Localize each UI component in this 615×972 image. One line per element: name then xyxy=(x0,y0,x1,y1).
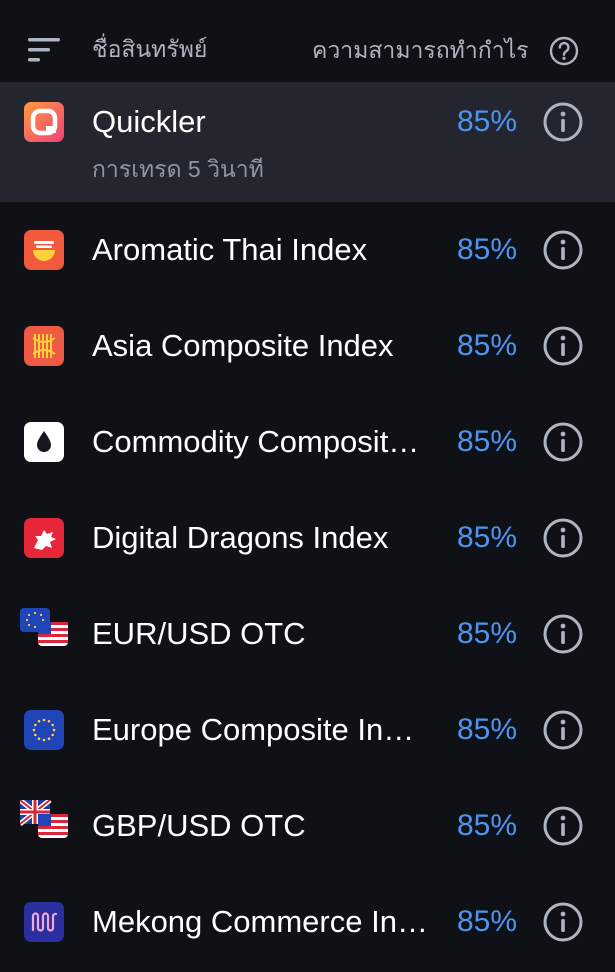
asean-emblem-icon xyxy=(24,326,64,366)
asset-name: Digital Dragons Index xyxy=(92,520,389,555)
asset-row[interactable]: Quickler การเทรด 5 วินาที 85% xyxy=(0,82,615,202)
asset-row[interactable]: Asia Composite Index 85% xyxy=(0,298,615,394)
dragon-icon xyxy=(24,518,64,558)
help-icon[interactable] xyxy=(549,36,579,66)
column-header-name[interactable]: ชื่อสินทรัพย์ xyxy=(92,32,207,68)
asset-row[interactable]: GBP/USD OTC 85% xyxy=(0,778,615,874)
asset-row[interactable]: Commodity Composit… 85% xyxy=(0,394,615,490)
asset-profit: 85% xyxy=(457,617,518,650)
asset-row[interactable]: Aromatic Thai Index 85% xyxy=(0,202,615,298)
asset-name: Commodity Composit… xyxy=(92,424,420,459)
info-icon[interactable] xyxy=(543,326,583,366)
asset-name: Aromatic Thai Index xyxy=(92,232,368,267)
asset-list: Quickler การเทรด 5 วินาที 85% Aromatic T… xyxy=(0,82,615,970)
asset-name: Europe Composite Ind… xyxy=(92,712,430,747)
info-icon[interactable] xyxy=(543,806,583,846)
info-icon[interactable] xyxy=(543,902,583,942)
asset-profit: 85% xyxy=(457,905,518,938)
info-icon[interactable] xyxy=(543,518,583,558)
info-icon[interactable] xyxy=(543,422,583,462)
mekong-wave-icon xyxy=(24,902,64,942)
asset-profit: 85% xyxy=(457,713,518,746)
quickler-logo-icon xyxy=(24,102,64,142)
asset-row[interactable]: Mekong Commerce In… 85% xyxy=(0,874,615,970)
asset-subtitle: การเทรด 5 วินาที xyxy=(92,156,264,182)
info-icon[interactable] xyxy=(543,710,583,750)
asset-name: EUR/USD OTC xyxy=(92,616,306,651)
asset-profit: 85% xyxy=(457,809,518,842)
oil-drop-icon xyxy=(24,422,64,462)
asset-profit: 85% xyxy=(457,105,518,138)
asset-row[interactable]: Europe Composite Ind… 85% xyxy=(0,682,615,778)
asset-profit: 85% xyxy=(457,329,518,362)
asset-name: Quickler xyxy=(92,104,206,139)
info-icon[interactable] xyxy=(543,230,583,270)
asset-profit: 85% xyxy=(457,521,518,554)
list-header: ชื่อสินทรัพย์ ความสามารถทำกำไร xyxy=(0,0,615,82)
asset-row[interactable]: EUR/USD OTC 85% xyxy=(0,586,615,682)
asset-profit: 85% xyxy=(457,233,518,266)
asset-name: Mekong Commerce In… xyxy=(92,904,428,939)
thai-bowl-icon xyxy=(24,230,64,270)
info-icon[interactable] xyxy=(543,102,583,142)
sort-icon[interactable] xyxy=(28,36,62,64)
asset-name: Asia Composite Index xyxy=(92,328,394,363)
info-icon[interactable] xyxy=(543,614,583,654)
asset-profit: 85% xyxy=(457,425,518,458)
eur-usd-flags-icon xyxy=(20,608,68,646)
asset-row[interactable]: Digital Dragons Index 85% xyxy=(0,490,615,586)
gbp-usd-flags-icon xyxy=(20,800,68,838)
eu-flag-icon xyxy=(24,710,64,750)
asset-name: GBP/USD OTC xyxy=(92,808,306,843)
column-header-profit[interactable]: ความสามารถทำกำไร xyxy=(312,33,529,69)
